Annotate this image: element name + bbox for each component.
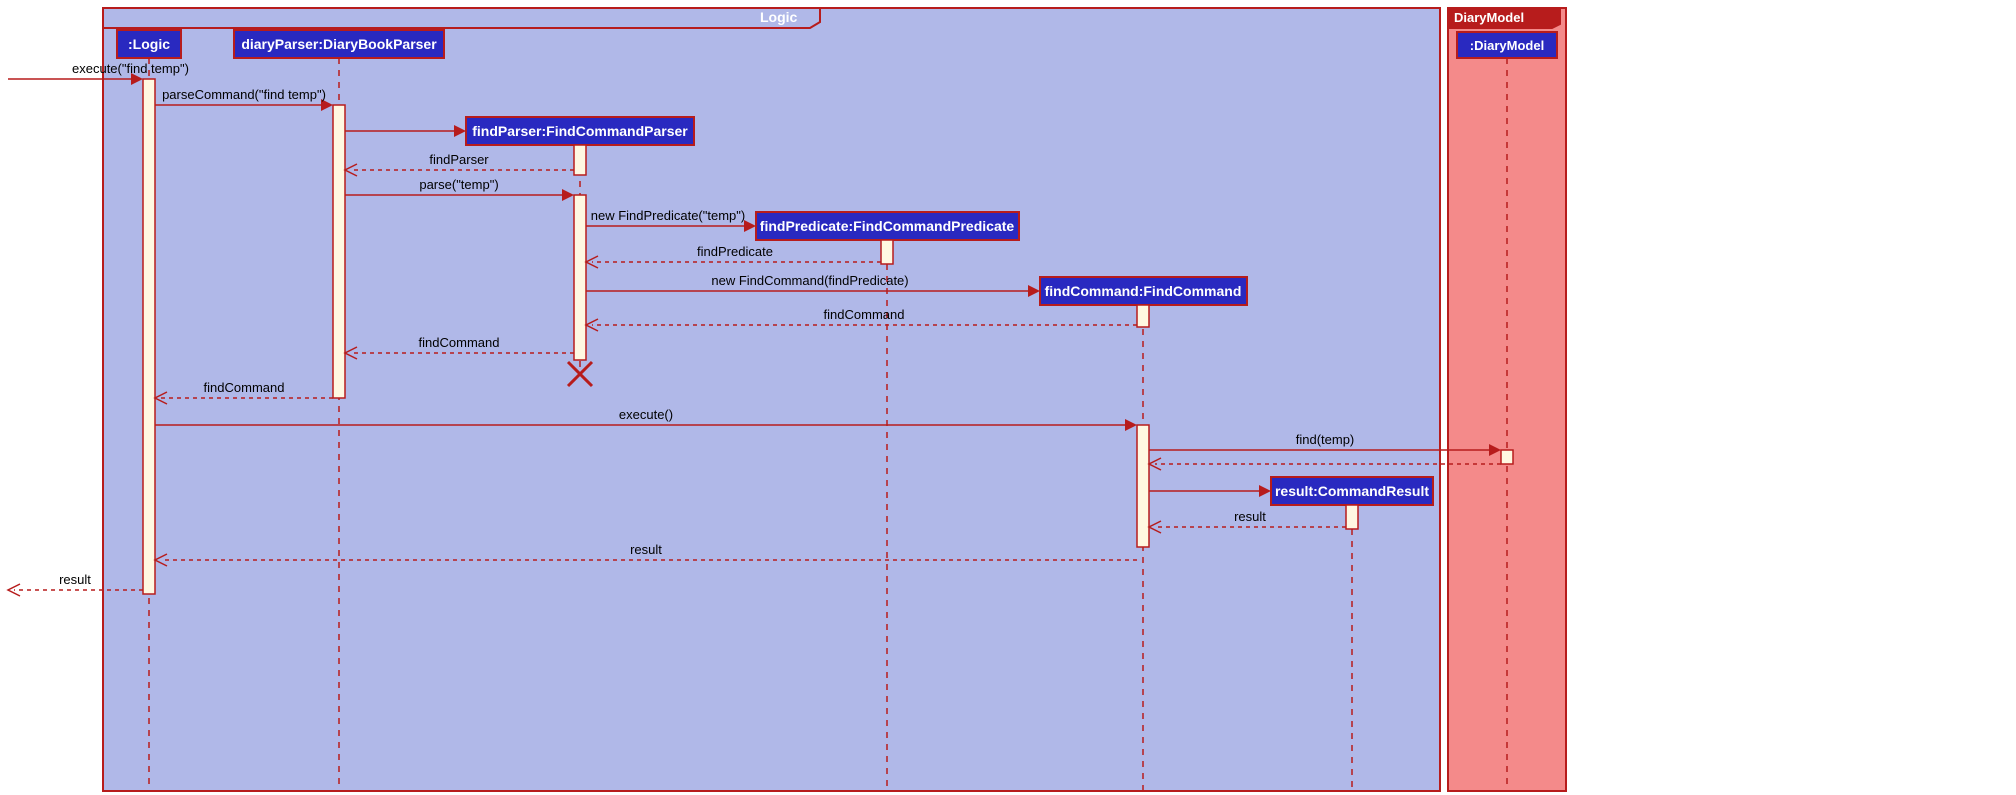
svg-text:execute("find temp"): execute("find temp") xyxy=(72,61,189,76)
svg-text:result: result xyxy=(1234,509,1266,524)
logic-frame-label: Logic xyxy=(760,9,798,25)
svg-text:findCommand: findCommand xyxy=(419,335,500,350)
svg-text:new FindPredicate("temp"): new FindPredicate("temp") xyxy=(591,208,745,223)
svg-text:result: result xyxy=(59,572,91,587)
svg-text:result:CommandResult: result:CommandResult xyxy=(1275,483,1429,499)
svg-text:findParser:FindCommandParser: findParser:FindCommandParser xyxy=(472,123,688,139)
activation-diarymodel xyxy=(1501,450,1513,464)
svg-text:diaryParser:DiaryBookParser: diaryParser:DiaryBookParser xyxy=(241,36,437,52)
sequence-diagram: Logic DiaryModel :Logic diaryParser:Diar… xyxy=(0,0,2016,795)
activation-findcommand-2 xyxy=(1137,425,1149,547)
svg-text::Logic: :Logic xyxy=(128,36,170,52)
svg-text:find(temp): find(temp) xyxy=(1296,432,1355,447)
svg-text:findCommand: findCommand xyxy=(824,307,905,322)
activation-findparser-2 xyxy=(574,195,586,360)
svg-text:findParser: findParser xyxy=(429,152,489,167)
activation-logic xyxy=(143,79,155,594)
svg-text:findPredicate:FindCommandPredi: findPredicate:FindCommandPredicate xyxy=(760,218,1015,234)
svg-text:execute(): execute() xyxy=(619,407,673,422)
svg-text::DiaryModel: :DiaryModel xyxy=(1470,38,1544,53)
logic-frame-bg xyxy=(103,8,1440,791)
svg-text:result: result xyxy=(630,542,662,557)
svg-text:parse("temp"): parse("temp") xyxy=(419,177,498,192)
activation-findparser-1 xyxy=(574,145,586,175)
svg-text:findCommand: findCommand xyxy=(204,380,285,395)
activation-diaryparser xyxy=(333,105,345,398)
svg-text:findPredicate: findPredicate xyxy=(697,244,773,259)
svg-text:new FindCommand(findPredicate): new FindCommand(findPredicate) xyxy=(711,273,908,288)
activation-findpredicate xyxy=(881,240,893,264)
svg-text:parseCommand("find temp"): parseCommand("find temp") xyxy=(162,87,326,102)
model-frame-label: DiaryModel xyxy=(1454,10,1524,25)
activation-findcommand-1 xyxy=(1137,305,1149,327)
svg-text:findCommand:FindCommand: findCommand:FindCommand xyxy=(1045,283,1242,299)
activation-result xyxy=(1346,505,1358,529)
